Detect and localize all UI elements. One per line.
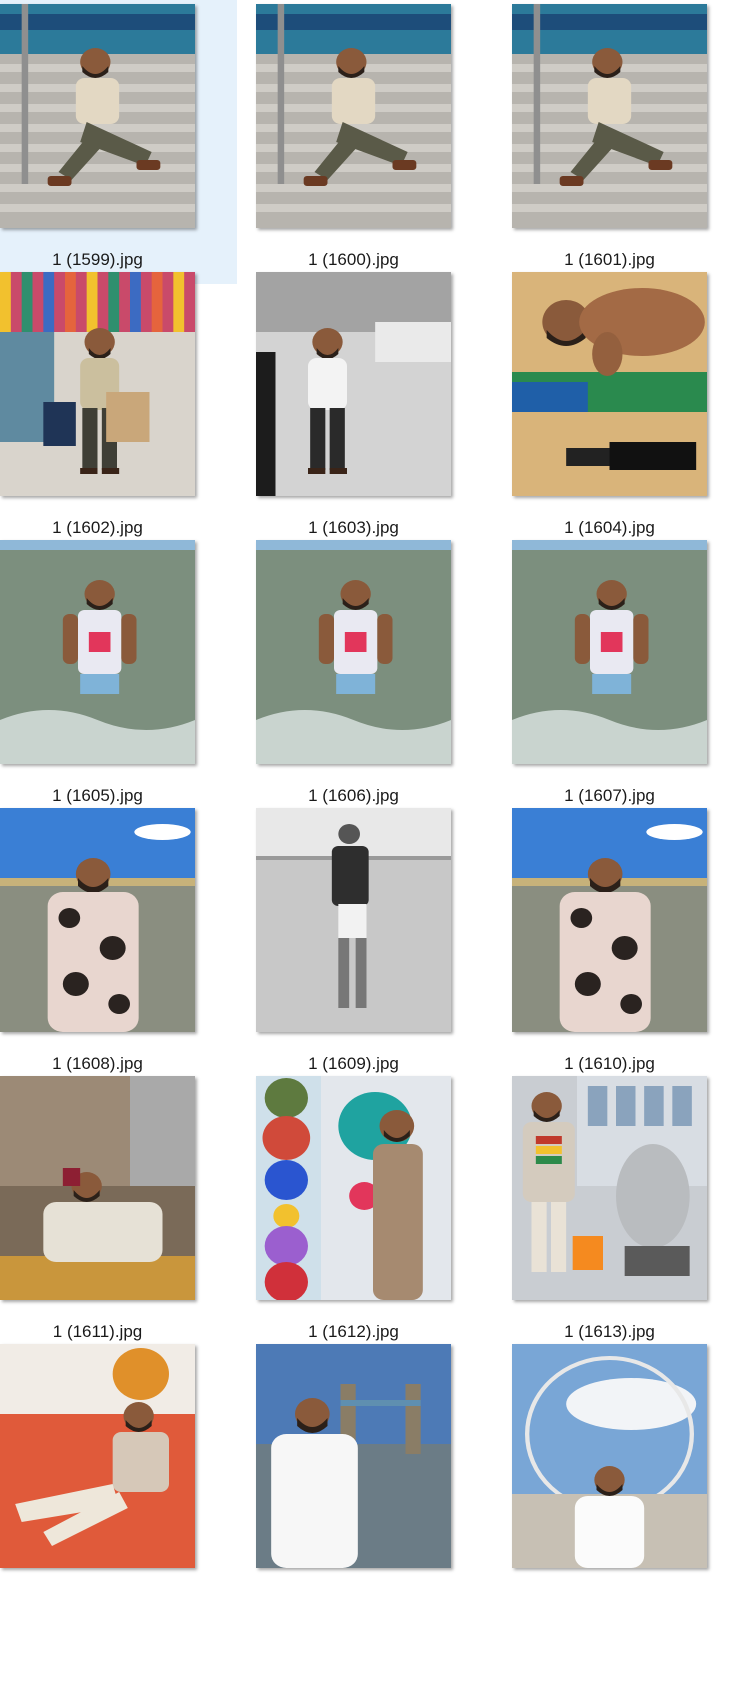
file-name-label: 1 (1601).jpg xyxy=(564,250,655,269)
file-item[interactable]: 1 (1602).jpg xyxy=(0,268,240,537)
file-item[interactable] xyxy=(470,1340,710,1608)
file-thumbnail[interactable] xyxy=(0,1344,195,1568)
file-thumbnail[interactable] xyxy=(256,1076,451,1300)
file-thumbnail[interactable] xyxy=(256,808,451,1032)
file-name-label: 1 (1613).jpg xyxy=(564,1322,655,1341)
file-item[interactable] xyxy=(236,1340,476,1608)
file-thumbnail[interactable] xyxy=(256,272,451,496)
file-thumbnail[interactable] xyxy=(512,272,707,496)
file-item[interactable]: 1 (1612).jpg xyxy=(236,1072,476,1341)
file-name-label: 1 (1608).jpg xyxy=(52,1054,143,1073)
file-thumbnail[interactable] xyxy=(0,1076,195,1300)
file-thumbnail[interactable] xyxy=(512,1076,707,1300)
file-item[interactable]: 1 (1606).jpg xyxy=(236,536,476,805)
file-item[interactable]: 1 (1610).jpg xyxy=(470,804,710,1073)
file-item[interactable]: 1 (1604).jpg xyxy=(470,268,710,537)
file-item[interactable]: 1 (1599).jpg xyxy=(0,0,237,284)
file-item[interactable]: 1 (1607).jpg xyxy=(470,536,710,805)
file-name-label: 1 (1599).jpg xyxy=(52,250,143,269)
file-item[interactable]: 1 (1609).jpg xyxy=(236,804,476,1073)
file-name-label: 1 (1606).jpg xyxy=(308,786,399,805)
file-name-label: 1 (1604).jpg xyxy=(564,518,655,537)
file-item[interactable]: 1 (1600).jpg xyxy=(236,0,476,269)
file-name-label: 1 (1610).jpg xyxy=(564,1054,655,1073)
file-thumbnail[interactable] xyxy=(0,808,195,1032)
file-name-label: 1 (1600).jpg xyxy=(308,250,399,269)
file-thumbnail[interactable] xyxy=(256,4,451,228)
file-item[interactable]: 1 (1608).jpg xyxy=(0,804,240,1073)
file-name-label: 1 (1602).jpg xyxy=(52,518,143,537)
file-thumbnail[interactable] xyxy=(256,540,451,764)
file-name-label: 1 (1612).jpg xyxy=(308,1322,399,1341)
file-item[interactable]: 1 (1601).jpg xyxy=(470,0,710,269)
file-thumbnail[interactable] xyxy=(512,808,707,1032)
file-name-label: 1 (1609).jpg xyxy=(308,1054,399,1073)
file-item[interactable]: 1 (1611).jpg xyxy=(0,1072,240,1341)
file-thumbnail[interactable] xyxy=(0,272,195,496)
file-name-label: 1 (1607).jpg xyxy=(564,786,655,805)
file-thumbnail[interactable] xyxy=(0,4,195,228)
file-thumbnail[interactable] xyxy=(512,540,707,764)
file-thumbnail-grid: 1 (1599).jpg 1 (1600).jpg 1 (1601).jpg 1… xyxy=(0,0,756,1695)
file-item[interactable]: 1 (1605).jpg xyxy=(0,536,240,805)
file-item[interactable]: 1 (1603).jpg xyxy=(236,268,476,537)
file-name-label: 1 (1611).jpg xyxy=(52,1322,143,1341)
file-item[interactable]: 1 (1613).jpg xyxy=(470,1072,710,1341)
file-thumbnail[interactable] xyxy=(256,1344,451,1568)
file-name-label: 1 (1603).jpg xyxy=(308,518,399,537)
file-thumbnail[interactable] xyxy=(0,540,195,764)
file-name-label: 1 (1605).jpg xyxy=(52,786,143,805)
file-thumbnail[interactable] xyxy=(512,4,707,228)
file-item[interactable] xyxy=(0,1340,240,1608)
file-thumbnail[interactable] xyxy=(512,1344,707,1568)
